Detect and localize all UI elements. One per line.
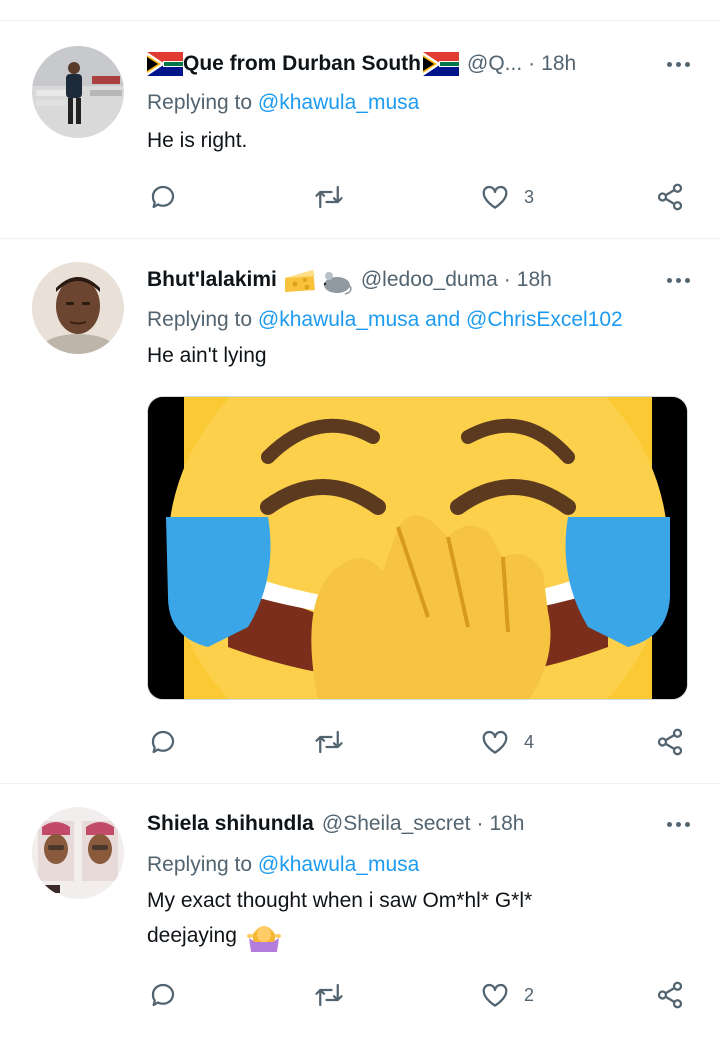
share-button[interactable]: [655, 722, 685, 762]
separator-dot: ·: [503, 268, 511, 291]
heart-icon: [482, 983, 508, 1007]
like-count: 4: [524, 731, 535, 752]
retweet-icon: [315, 983, 343, 1007]
tweet-header: Que from Durban South @Q... · 18h: [147, 49, 690, 79]
username[interactable]: @ledoo_duma: [361, 268, 498, 292]
like-button[interactable]: 3: [480, 177, 534, 217]
like-button[interactable]: 4: [480, 722, 534, 762]
tweet-reply-1[interactable]: Que from Durban South @Q... · 18h Replyi…: [0, 21, 720, 239]
tweet-header: Bhut'lalakimi @ledoo_duma · 18h: [147, 265, 690, 295]
timestamp[interactable]: 18h: [489, 812, 524, 836]
tweet-text: He is right.: [147, 129, 248, 152]
reply-button[interactable]: [148, 975, 178, 1015]
replying-to-label: Replying to: [147, 853, 253, 876]
laughing-face-emoji-image: [148, 397, 687, 699]
replying-to: Replying to @khawula_musa: [147, 91, 419, 115]
share-button[interactable]: [655, 177, 685, 217]
timestamp[interactable]: 18h: [517, 268, 552, 292]
heart-icon: [482, 185, 508, 209]
retweet-button[interactable]: [314, 975, 344, 1015]
reply-icon: [151, 983, 175, 1007]
more-icon[interactable]: [650, 265, 690, 295]
username[interactable]: @Q...: [467, 52, 522, 76]
replying-to-label: Replying to: [147, 308, 253, 331]
retweet-button[interactable]: [314, 177, 344, 217]
reply-icon: [151, 185, 175, 209]
share-button[interactable]: [655, 975, 685, 1015]
cheese-emoji: [283, 264, 317, 296]
avatar[interactable]: [32, 807, 124, 899]
tweet-header: Shiela shihundla @Sheila_secret · 18h: [147, 809, 690, 839]
share-icon: [657, 981, 683, 1009]
share-icon: [657, 728, 683, 756]
action-bar: 4: [0, 722, 720, 762]
like-count: 3: [524, 186, 535, 207]
tweet-reply-2[interactable]: Bhut'lalakimi @ledoo_duma · 18h Replying…: [0, 240, 720, 784]
mention-link[interactable]: @khawula_musa and @ChrisExcel102: [258, 308, 623, 331]
timestamp[interactable]: 18h: [541, 52, 576, 76]
south-africa-flag-icon: [147, 52, 183, 76]
like-button[interactable]: 2: [480, 975, 534, 1015]
share-icon: [657, 183, 683, 211]
display-name[interactable]: Que from Durban South: [183, 52, 421, 76]
tweet-reply-3[interactable]: Shiela shihundla @Sheila_secret · 18h Re…: [0, 785, 720, 1038]
reply-button[interactable]: [148, 177, 178, 217]
mention-link[interactable]: @khawula_musa: [258, 853, 419, 876]
shrugging-woman-emoji: [246, 920, 281, 953]
retweet-button[interactable]: [314, 722, 344, 762]
avatar[interactable]: [32, 262, 124, 354]
tweet-text: My exact thought when i saw Om*hl* G*l* …: [147, 883, 587, 953]
more-icon[interactable]: [650, 49, 690, 79]
separator-dot: ·: [528, 52, 536, 75]
avatar[interactable]: [32, 46, 124, 138]
mention-link[interactable]: @khawula_musa: [258, 91, 419, 114]
reply-icon: [151, 730, 175, 754]
display-name[interactable]: Shiela shihundla: [147, 812, 314, 836]
replying-to: Replying to @khawula_musa and @ChrisExce…: [147, 308, 623, 332]
replying-to-label: Replying to: [147, 91, 253, 114]
retweet-icon: [315, 185, 343, 209]
replying-to: Replying to @khawula_musa: [147, 853, 419, 877]
display-name[interactable]: Bhut'lalakimi: [147, 268, 277, 292]
reply-button[interactable]: [148, 722, 178, 762]
action-bar: 3: [0, 177, 720, 217]
south-africa-flag-icon: [423, 52, 459, 76]
username[interactable]: @Sheila_secret: [322, 812, 471, 836]
heart-icon: [482, 730, 508, 754]
action-bar: 2: [0, 975, 720, 1015]
tweet-text-content: My exact thought when i saw Om*hl* G*l* …: [147, 889, 533, 947]
media-image[interactable]: [147, 396, 688, 700]
retweet-icon: [315, 730, 343, 754]
mouse-emoji: [319, 264, 353, 296]
more-icon[interactable]: [650, 809, 690, 839]
separator-dot: ·: [476, 812, 484, 835]
like-count: 2: [524, 984, 535, 1005]
tweet-text: He ain't lying: [147, 344, 267, 367]
